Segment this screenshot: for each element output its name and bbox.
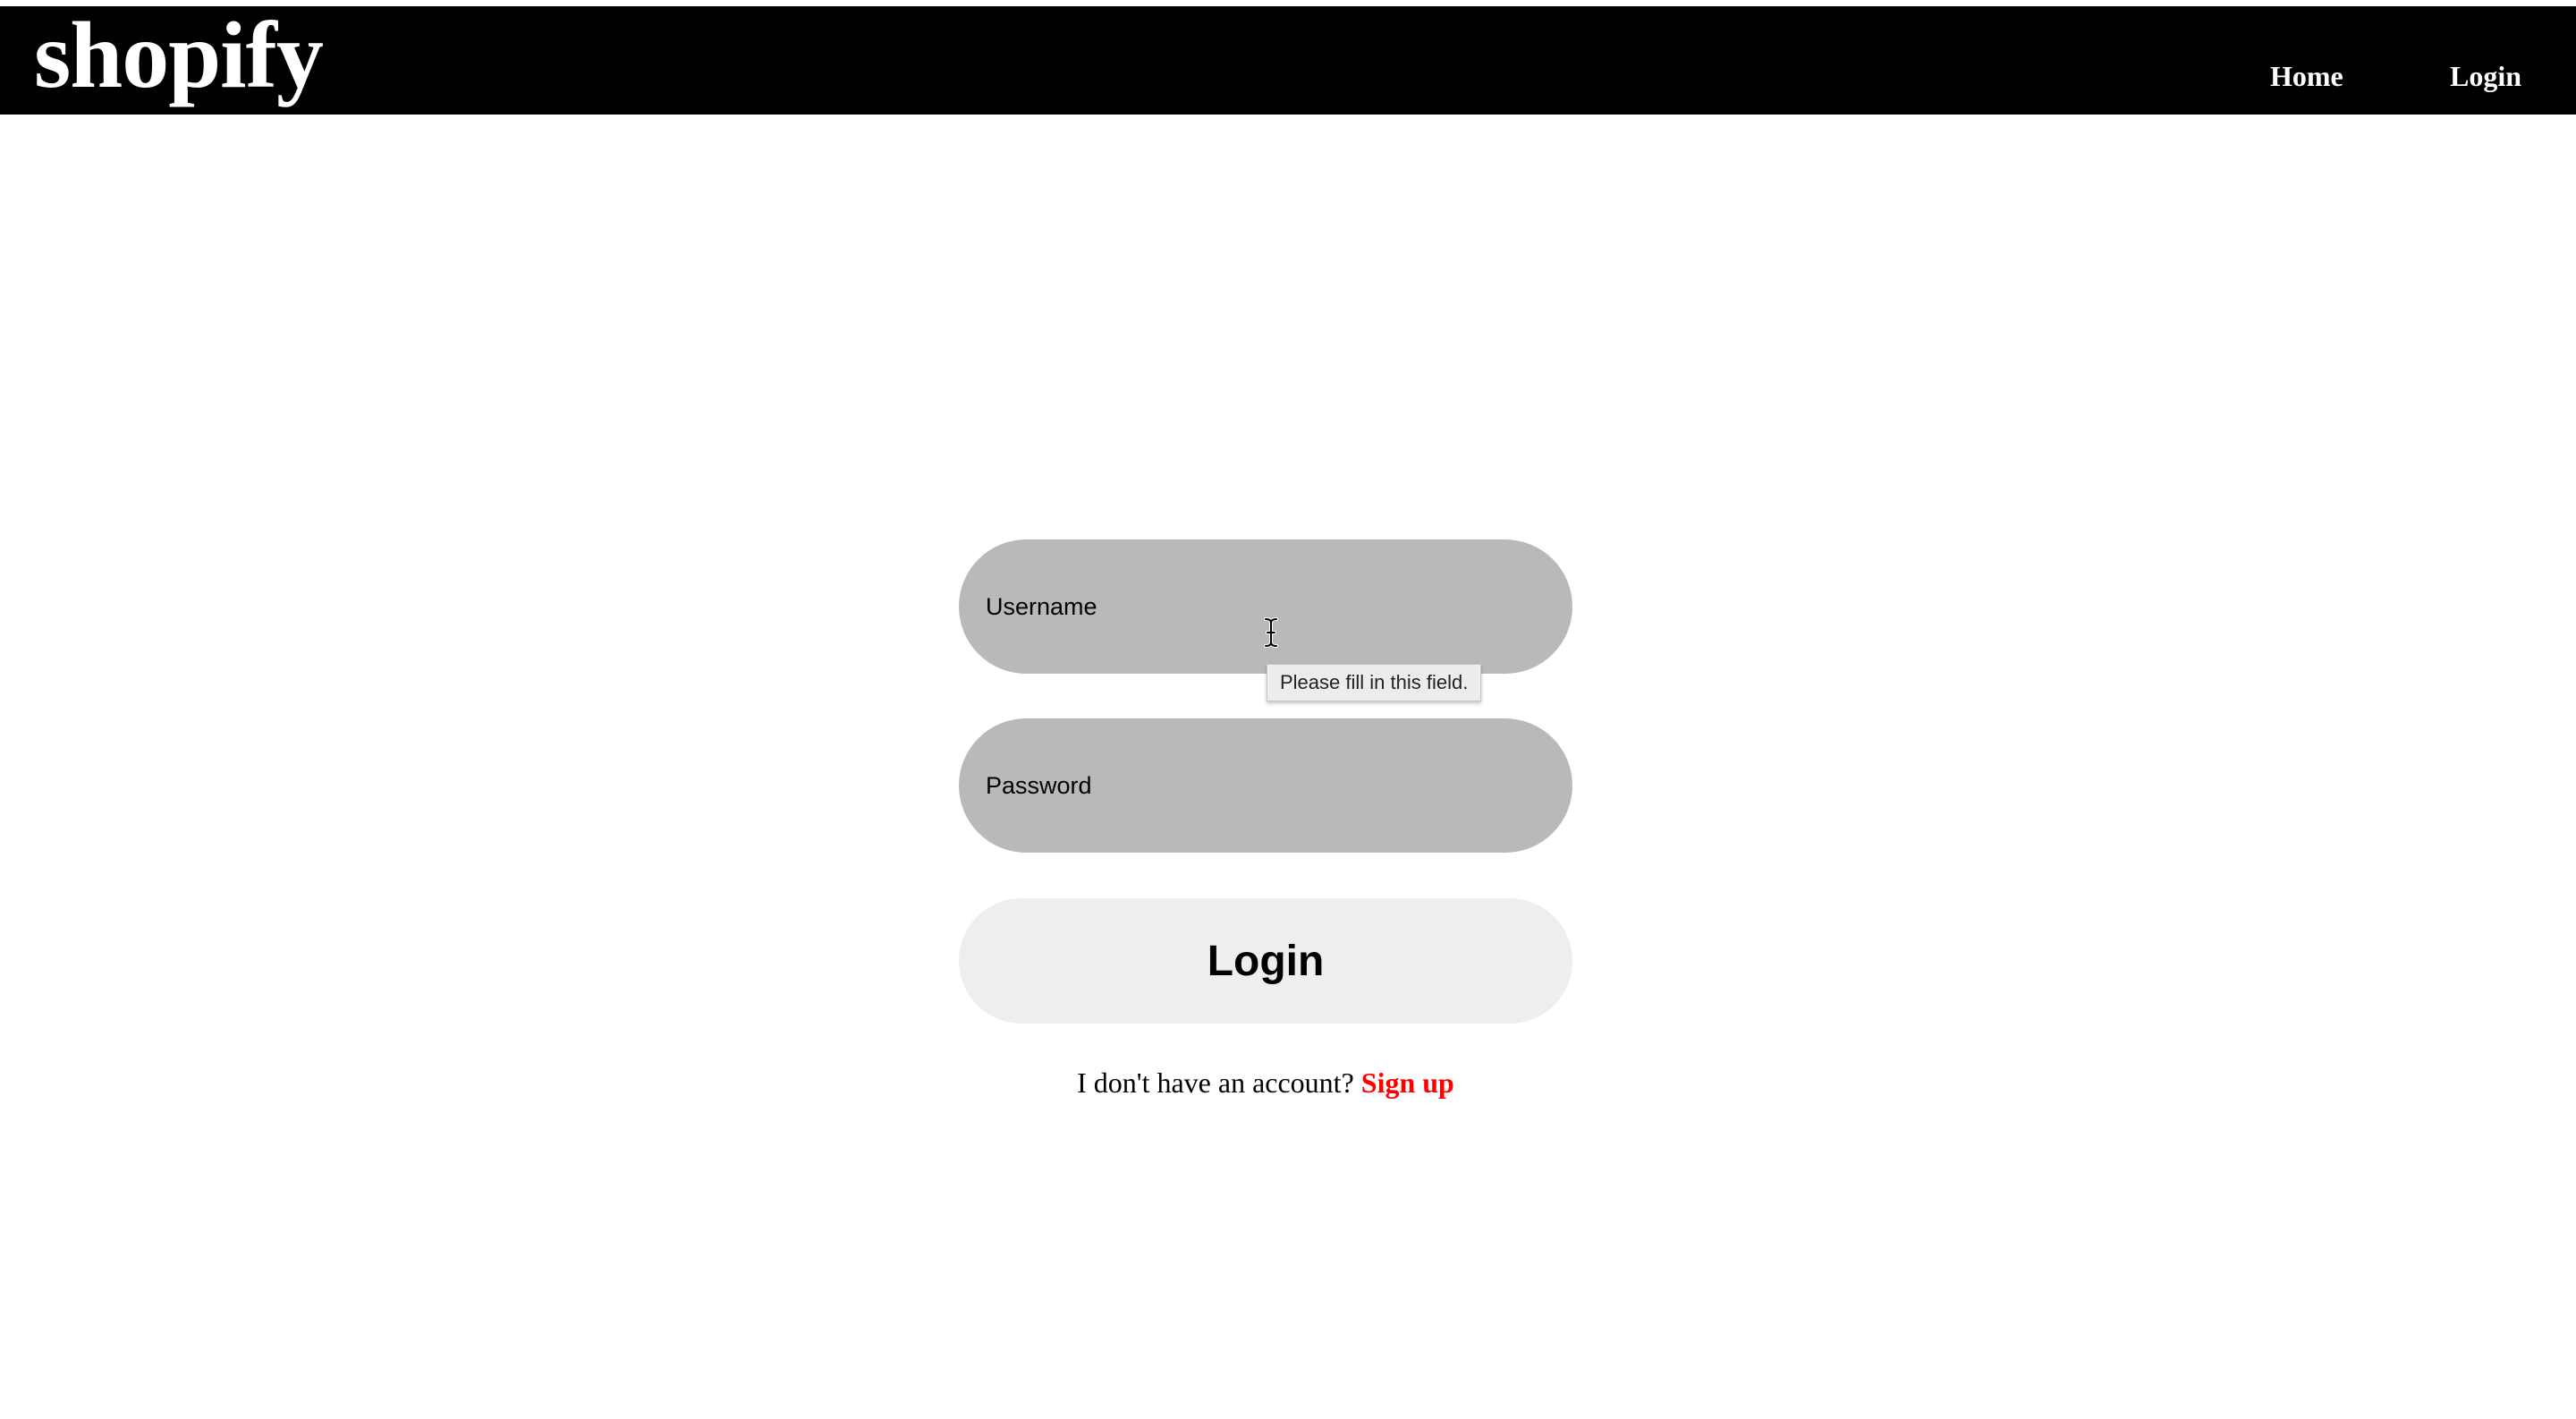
signup-prompt-line: I don't have an account? Sign up <box>959 1066 1572 1100</box>
text-cursor-icon <box>1263 617 1279 648</box>
signup-link[interactable]: Sign up <box>1361 1066 1454 1099</box>
signup-prompt-text: I don't have an account? <box>1077 1066 1354 1099</box>
brand-logo[interactable]: shopify <box>34 8 324 103</box>
nav-home-link[interactable]: Home <box>2270 62 2343 90</box>
validation-tooltip: Please fill in this field. <box>1267 664 1482 701</box>
username-input[interactable] <box>959 540 1572 674</box>
nav-login-link[interactable]: Login <box>2450 62 2521 90</box>
password-input[interactable] <box>959 718 1572 853</box>
top-navbar: shopify Home Login <box>0 6 2576 115</box>
login-submit-button[interactable]: Login <box>959 898 1572 1024</box>
